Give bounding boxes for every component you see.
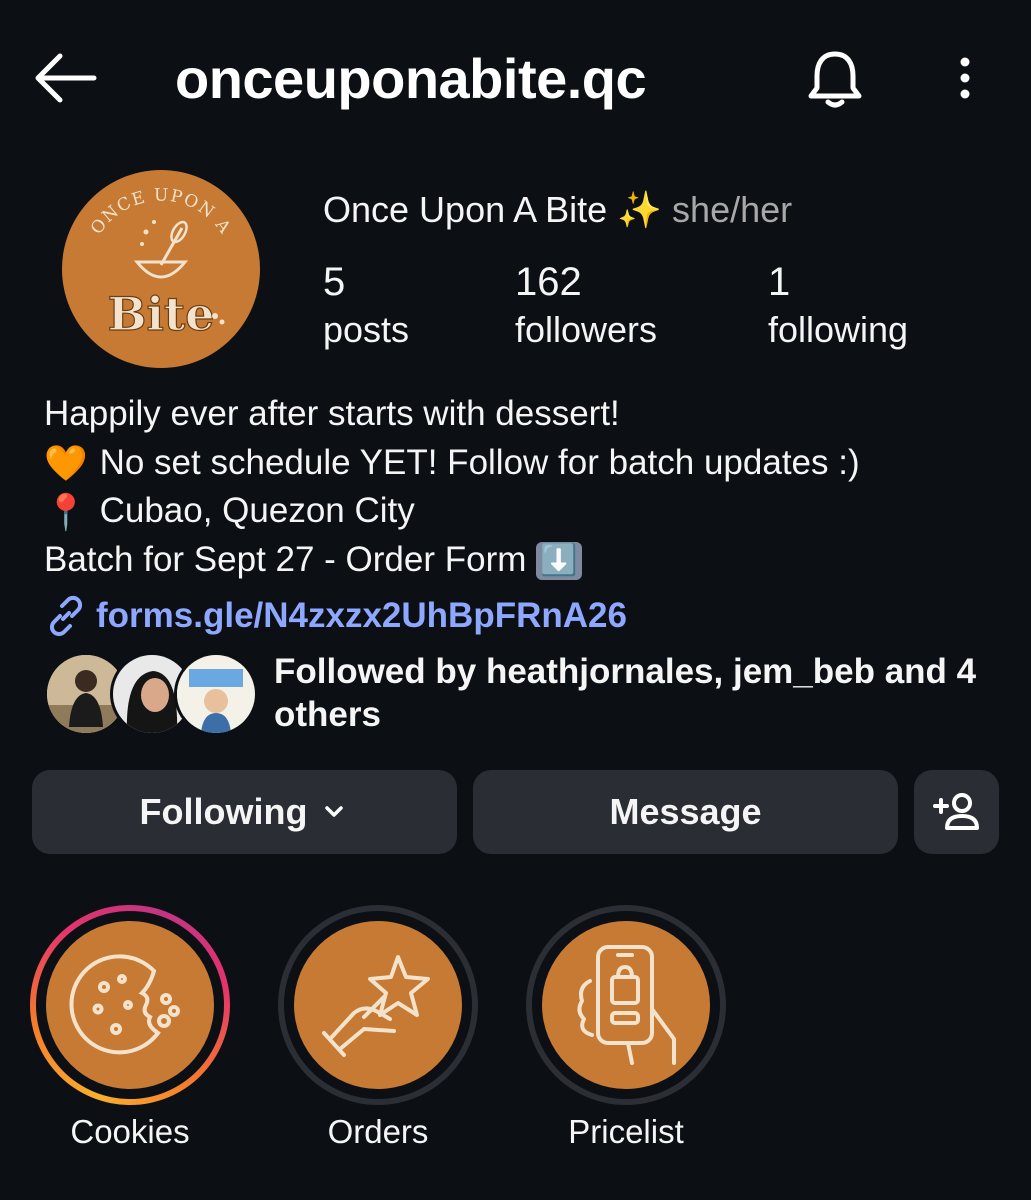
more-options-button[interactable] — [945, 48, 985, 108]
highlight-label: Cookies — [70, 1113, 190, 1150]
bio-line: Happily ever after starts with dessert! — [44, 394, 620, 433]
add-person-icon — [932, 793, 979, 830]
phone-shopping-icon — [577, 945, 676, 1065]
down-arrow-emoji: ⬇️ — [536, 542, 582, 581]
display-name: Once Upon A Bite ✨ she/her — [323, 188, 792, 232]
posts-label: posts — [323, 309, 410, 350]
highlight-cover — [46, 921, 214, 1089]
message-label: Message — [609, 791, 762, 832]
highlight-pricelist[interactable] — [526, 905, 726, 1105]
bell-icon — [808, 51, 862, 108]
followers-label: followers — [515, 309, 658, 350]
following-label: following — [768, 309, 909, 350]
notifications-button[interactable] — [800, 44, 870, 114]
back-button[interactable] — [30, 48, 100, 108]
highlight-label: Orders — [327, 1113, 429, 1150]
highlight-orders[interactable] — [278, 905, 478, 1105]
pronouns: she/her — [672, 189, 793, 230]
following-stat[interactable]: 1 following — [768, 258, 908, 354]
bio-line: 🧡 No set schedule YET! Follow for batch u… — [44, 439, 1004, 488]
bio-text: No set schedule YET! Follow for batch up… — [99, 442, 860, 482]
followers-stat[interactable]: 162 followers — [515, 258, 657, 354]
highlight-label: Pricelist — [568, 1113, 684, 1150]
mutual-followers[interactable]: Followed by heathjornales, jem_beb and 4… — [44, 650, 1014, 740]
display-name-text: Once Upon A Bite — [323, 189, 608, 230]
message-button[interactable]: Message — [473, 770, 898, 854]
bio-line: 📍 Cubao, Quezon City — [44, 487, 1004, 536]
bio-line: Batch for Sept 27 - Order Form ⬇️ — [44, 536, 1004, 585]
arrow-left-icon — [35, 53, 97, 103]
profile-username: onceuponabite.qc — [175, 47, 647, 110]
highlight-cover — [542, 921, 710, 1089]
profile-bio: Happily ever after starts with dessert! … — [44, 390, 1004, 584]
following-button[interactable]: Following — [32, 770, 457, 854]
profile-avatar[interactable]: ONCE UPON A Bite — [62, 170, 260, 368]
posts-count: 5 — [323, 260, 346, 304]
pin-emoji: 📍 — [44, 492, 88, 532]
bio-text: Batch for Sept 27 - Order Form — [44, 539, 527, 579]
sparkles-emoji: ✨ — [617, 189, 663, 230]
highlight-cookies[interactable] — [30, 905, 230, 1105]
link-text: forms.gle/N4zxzx2UhBpFRnA26 — [96, 596, 627, 635]
svg-text:ONCE UPON A: ONCE UPON A — [87, 185, 235, 238]
bio-link[interactable]: forms.gle/N4zxzx2UhBpFRnA26 — [44, 592, 627, 640]
posts-stat[interactable]: 5 posts — [323, 258, 409, 354]
mutual-avatar — [174, 652, 258, 736]
bio-text: Cubao, Quezon City — [99, 491, 415, 530]
chevron-down-icon — [325, 806, 344, 817]
followed-by-text: Followed by heathjornales, jem_beb and 4… — [274, 652, 977, 734]
link-icon — [49, 595, 83, 637]
svg-text:Bite: Bite — [108, 287, 215, 341]
followers-count: 162 — [515, 260, 582, 304]
bakery-logo: ONCE UPON A Bite — [87, 185, 235, 341]
highlight-cover — [294, 921, 462, 1089]
orange-heart-emoji: 🧡 — [44, 444, 88, 483]
hand-star-icon — [322, 955, 430, 1057]
cookie-icon — [69, 954, 180, 1055]
add-user-button[interactable] — [914, 770, 999, 854]
following-label: Following — [139, 791, 308, 832]
following-count: 1 — [768, 260, 791, 304]
more-vertical-icon — [960, 57, 970, 99]
